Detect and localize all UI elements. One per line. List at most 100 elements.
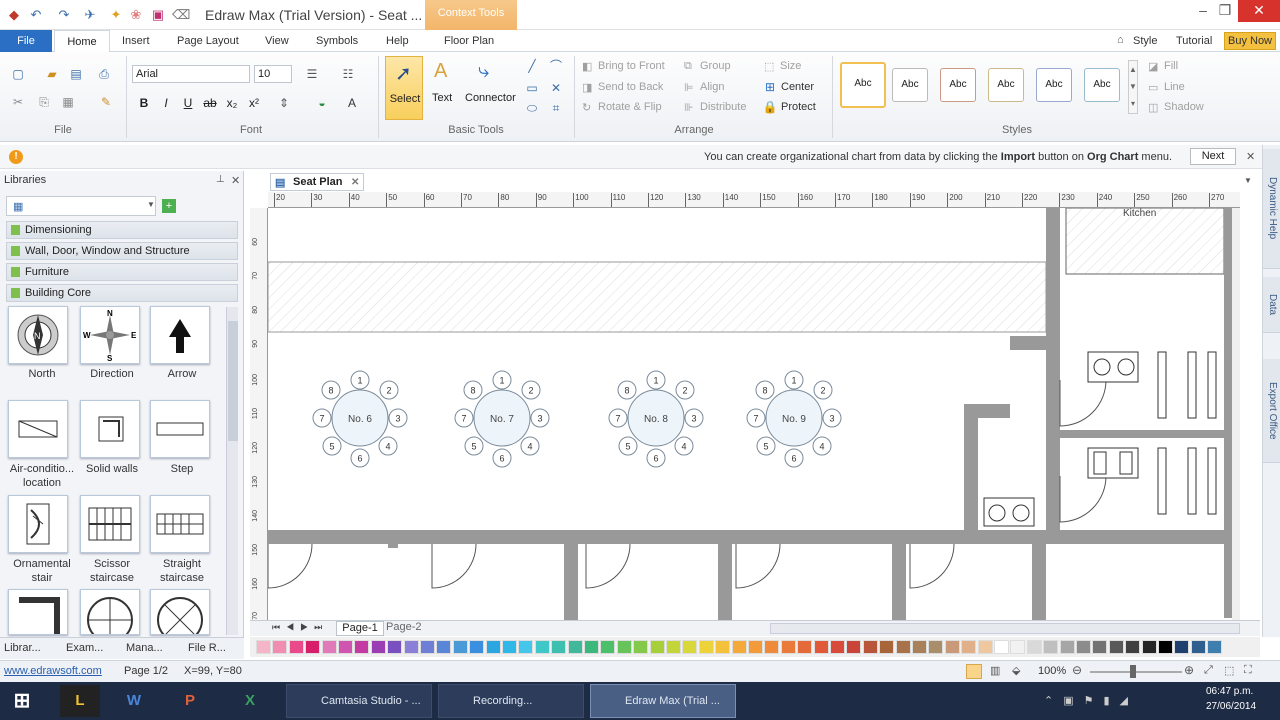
color-swatch[interactable] <box>649 640 665 654</box>
round-table[interactable]: No. 6 1 2 3 4 5 6 7 8 <box>312 370 408 468</box>
color-swatch[interactable] <box>567 640 583 654</box>
color-swatch[interactable] <box>879 640 895 654</box>
color-swatch[interactable] <box>797 640 813 654</box>
line-label[interactable]: Line <box>1164 81 1185 93</box>
color-swatch[interactable] <box>1059 640 1075 654</box>
shape-straight-staircase[interactable] <box>150 495 210 553</box>
color-swatch[interactable] <box>485 640 501 654</box>
color-swatch[interactable] <box>1026 640 1042 654</box>
color-swatch[interactable] <box>600 640 616 654</box>
image-icon[interactable]: ▣ <box>150 7 166 23</box>
style-preset-4[interactable]: Abc <box>988 68 1024 102</box>
color-swatch[interactable] <box>305 640 321 654</box>
shadow-label[interactable]: Shadow <box>1164 101 1204 113</box>
style-preset-2[interactable]: Abc <box>892 68 928 102</box>
word-icon[interactable]: W <box>114 685 154 717</box>
font-size-select[interactable]: 10 <box>254 65 292 83</box>
color-swatch[interactable] <box>961 640 977 654</box>
horizontal-scrollbar[interactable] <box>770 623 1240 634</box>
add-library-icon[interactable]: + <box>162 199 176 213</box>
color-swatch[interactable] <box>338 640 353 654</box>
color-swatch[interactable] <box>452 640 468 654</box>
shape-l-stair[interactable] <box>8 589 68 635</box>
paint-icon[interactable]: ✦ <box>108 7 124 23</box>
size-label[interactable]: Size <box>780 60 801 72</box>
taskbar-camtasia[interactable]: Camtasia Studio - ... <box>286 684 432 718</box>
format-painter-icon[interactable]: ✎ <box>98 94 114 110</box>
start-icon[interactable]: ⊞ <box>2 685 42 717</box>
color-swatch[interactable] <box>387 640 403 654</box>
connector-tool-icon[interactable]: ⤷ <box>478 60 489 83</box>
color-swatch[interactable] <box>1125 640 1141 654</box>
color-swatch[interactable] <box>403 640 419 654</box>
context-tools-tab[interactable]: Context Tools <box>425 0 517 30</box>
copy-icon[interactable]: ⎘ <box>36 94 52 110</box>
color-swatch[interactable] <box>748 640 763 654</box>
new-icon[interactable]: ▢ <box>10 66 26 82</box>
tab-symbols[interactable]: Symbols <box>316 35 358 47</box>
color-swatch[interactable] <box>813 640 829 654</box>
rotate-label[interactable]: Rotate & Flip <box>598 101 662 113</box>
color-swatch[interactable] <box>354 640 370 654</box>
view-normal-icon[interactable] <box>966 664 982 679</box>
color-swatch[interactable] <box>534 640 550 654</box>
fill-label[interactable]: Fill <box>1164 60 1178 72</box>
page-tab-2[interactable]: Page-2 <box>386 621 421 633</box>
send-back-icon[interactable]: ◨ <box>582 81 592 94</box>
page-nav-icons[interactable]: ⏮◀▶⏭ <box>272 622 328 633</box>
zoom-slider[interactable] <box>1090 671 1182 673</box>
ellipse-icon[interactable]: ⬭ <box>524 100 540 116</box>
tab-manager[interactable]: Mana... <box>126 642 163 654</box>
shape-circular-stair[interactable] <box>150 589 210 635</box>
view-web-icon[interactable]: ⬙ <box>1012 664 1020 677</box>
line-icon[interactable]: ╱ <box>524 58 540 74</box>
align-icon[interactable]: ☰ <box>304 66 320 82</box>
fit-page-icon[interactable]: ⤢ <box>1204 664 1213 677</box>
color-swatch[interactable] <box>682 640 698 654</box>
library-search-input[interactable]: ▦ ▼ <box>6 196 156 216</box>
undo-icon[interactable]: ↶ <box>28 7 44 23</box>
color-swatch[interactable] <box>436 640 452 654</box>
tab-help[interactable]: Help <box>386 35 409 47</box>
taskbar-recording[interactable]: Recording... <box>438 684 584 718</box>
color-swatch[interactable] <box>1141 640 1157 654</box>
tutorial-link[interactable]: Tutorial <box>1176 35 1212 47</box>
color-swatch[interactable] <box>846 640 862 654</box>
highlight-icon[interactable]: ◒ <box>314 95 330 111</box>
color-swatch[interactable] <box>518 640 534 654</box>
align-objects-icon[interactable]: ⊫ <box>684 81 694 94</box>
share-icon[interactable]: ✈ <box>82 7 98 23</box>
close-panel-icon[interactable]: ✕ <box>231 174 240 187</box>
print-icon[interactable]: ⎙ <box>96 66 112 82</box>
color-swatch[interactable] <box>928 640 944 654</box>
round-table[interactable]: No. 7 1 2 3 4 5 6 7 8 <box>454 370 550 468</box>
excel-icon[interactable]: X <box>230 685 270 717</box>
size-icon[interactable]: ⬚ <box>764 60 774 73</box>
tab-view[interactable]: View <box>265 35 289 47</box>
library-category-dimensioning[interactable]: Dimensioning <box>6 221 238 239</box>
color-swatch[interactable] <box>698 640 714 654</box>
styles-scroll[interactable]: ▲ ▼ ▾ <box>1128 60 1138 114</box>
subscript-icon[interactable]: x₂ <box>224 95 240 111</box>
color-swatch[interactable] <box>420 640 435 654</box>
font-color-icon[interactable]: A <box>344 95 360 111</box>
save-icon[interactable]: ▤ <box>68 66 84 82</box>
color-swatch[interactable] <box>994 640 1009 654</box>
style-preset-5[interactable]: Abc <box>1036 68 1072 102</box>
restore-button[interactable]: ❐ <box>1210 0 1240 22</box>
shape-step[interactable] <box>150 400 210 458</box>
tab-libraries[interactable]: Librar... <box>4 642 41 654</box>
text-tool-icon[interactable]: A <box>434 60 447 83</box>
labview-icon[interactable]: L <box>60 685 100 717</box>
tab-floor-plan[interactable]: Floor Plan <box>444 35 494 47</box>
bold-icon[interactable]: B <box>136 95 152 111</box>
tab-home[interactable]: Home <box>54 30 110 53</box>
color-swatch[interactable] <box>1010 640 1026 654</box>
shape-spiral-stair[interactable] <box>80 589 140 635</box>
library-category-building-core[interactable]: Building Core <box>6 284 238 302</box>
group-icon[interactable]: ⧉ <box>684 60 692 73</box>
export-office-tab[interactable]: Export Office <box>1263 359 1280 463</box>
color-swatch[interactable] <box>370 640 386 654</box>
color-swatch[interactable] <box>912 640 927 654</box>
tab-examples[interactable]: Exam... <box>66 642 103 654</box>
